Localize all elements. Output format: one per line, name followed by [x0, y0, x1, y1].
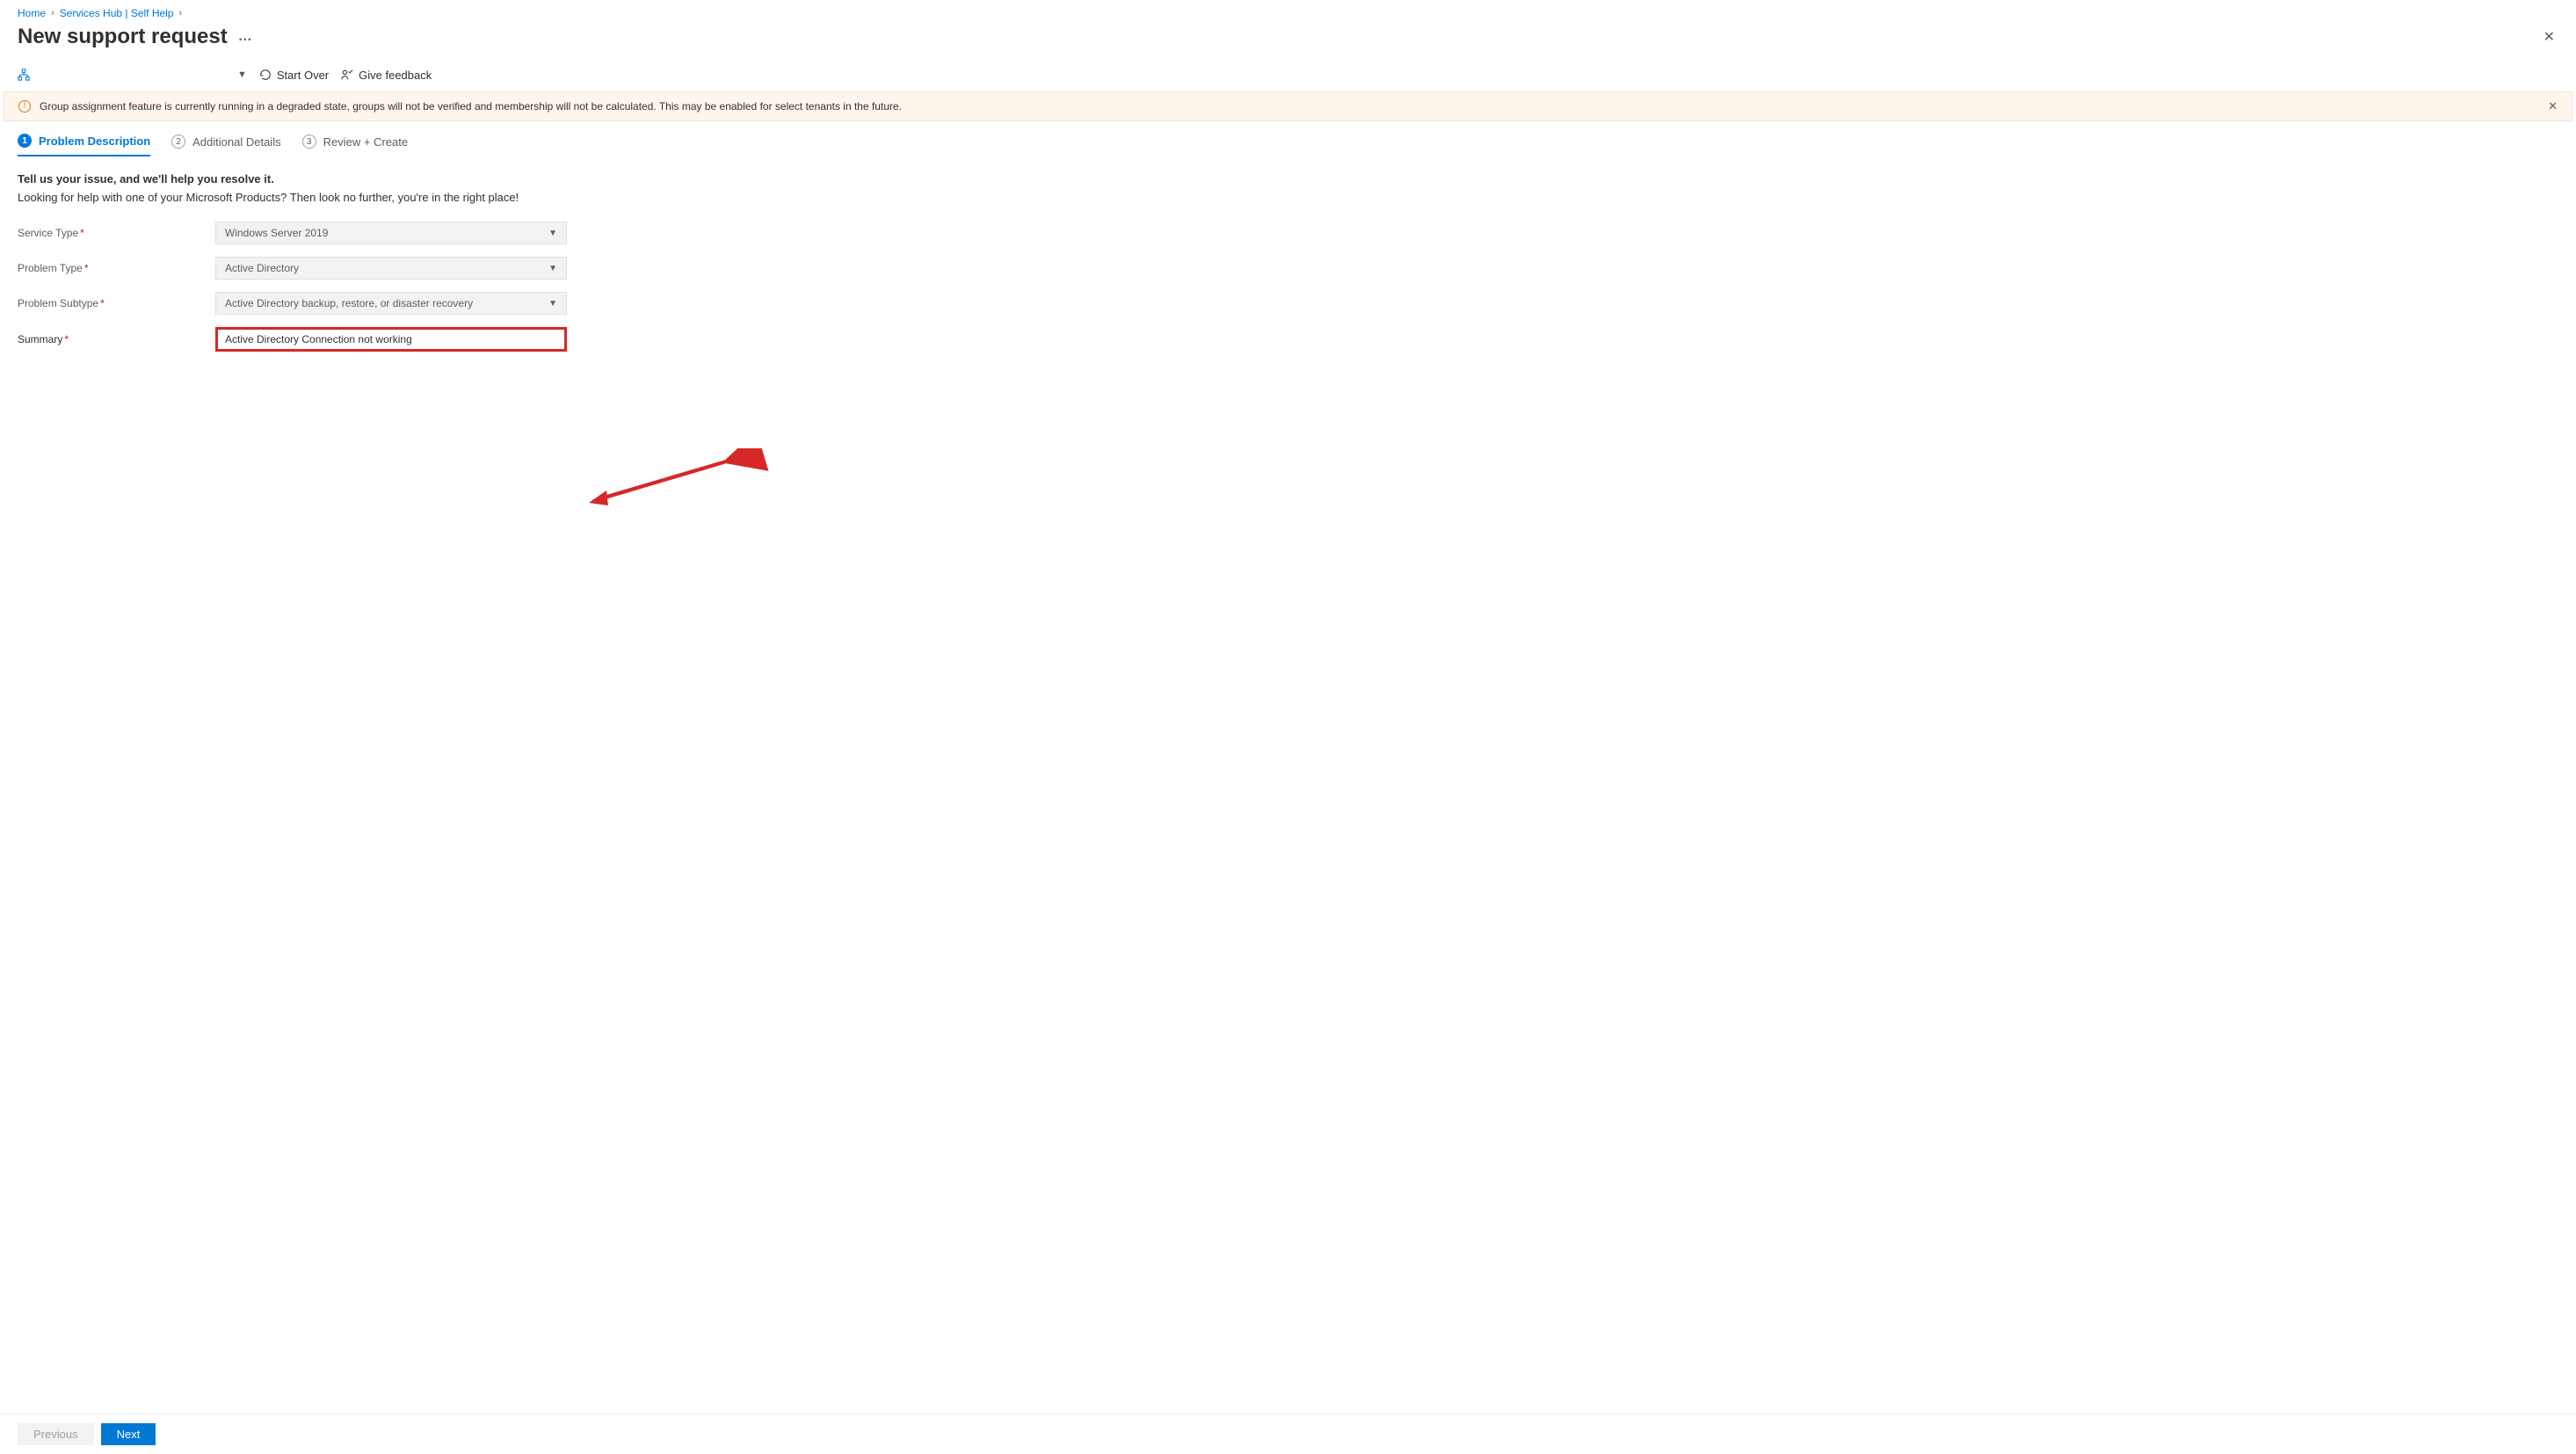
- more-icon[interactable]: …: [238, 29, 252, 45]
- dismiss-banner-icon[interactable]: ✕: [2548, 99, 2558, 113]
- field-summary: Summary*: [18, 327, 2558, 352]
- breadcrumb-home[interactable]: Home: [18, 7, 46, 19]
- problem-type-select[interactable]: Active Directory ▼: [215, 257, 567, 280]
- footer-bar: Previous Next: [0, 1414, 2576, 1454]
- give-feedback-button[interactable]: Give feedback: [341, 69, 432, 82]
- title-text: New support request: [18, 25, 228, 49]
- summary-label: Summary*: [18, 333, 215, 345]
- problem-subtype-value: Active Directory backup, restore, or dis…: [225, 297, 473, 309]
- service-type-select[interactable]: Windows Server 2019 ▼: [215, 222, 567, 244]
- section-subheading: Looking for help with one of your Micros…: [18, 191, 2558, 204]
- service-type-label: Service Type*: [18, 227, 215, 239]
- warning-icon: !: [18, 100, 31, 113]
- annotation-arrow-icon: [580, 448, 773, 527]
- chevron-down-icon: ▼: [548, 229, 557, 238]
- previous-button[interactable]: Previous: [18, 1423, 94, 1445]
- close-icon[interactable]: ✕: [2540, 25, 2558, 49]
- banner-text: Group assignment feature is currently ru…: [40, 100, 902, 113]
- refresh-icon: [259, 69, 272, 81]
- section-heading: Tell us your issue, and we'll help you r…: [18, 172, 2558, 185]
- tab-review-create[interactable]: 3 Review + Create: [302, 134, 408, 156]
- field-problem-subtype: Problem Subtype* Active Directory backup…: [18, 292, 2558, 315]
- problem-type-label: Problem Type*: [18, 262, 215, 274]
- tab-problem-description[interactable]: 1 Problem Description: [18, 134, 150, 156]
- scope-value: [37, 67, 230, 83]
- problem-subtype-label: Problem Subtype*: [18, 297, 215, 309]
- tab-label: Review + Create: [323, 135, 408, 149]
- step-number: 3: [302, 134, 316, 149]
- chevron-down-icon: ▼: [548, 299, 557, 309]
- next-button[interactable]: Next: [101, 1423, 156, 1445]
- tab-label: Additional Details: [192, 135, 280, 149]
- scope-selector[interactable]: ▼: [18, 67, 247, 83]
- field-problem-type: Problem Type* Active Directory ▼: [18, 257, 2558, 280]
- breadcrumb: Home › Services Hub | Self Help ›: [0, 0, 2576, 23]
- hierarchy-icon: [18, 69, 30, 81]
- field-service-type: Service Type* Windows Server 2019 ▼: [18, 222, 2558, 244]
- step-tabs: 1 Problem Description 2 Additional Detai…: [0, 121, 2576, 156]
- service-type-value: Windows Server 2019: [225, 227, 328, 239]
- page-title: New support request …: [18, 25, 252, 49]
- tab-label: Problem Description: [39, 134, 150, 148]
- feedback-icon: [341, 69, 353, 81]
- problem-subtype-select[interactable]: Active Directory backup, restore, or dis…: [215, 292, 567, 315]
- feedback-label: Give feedback: [359, 69, 432, 82]
- start-over-button[interactable]: Start Over: [259, 69, 329, 82]
- chevron-right-icon: ›: [51, 8, 54, 18]
- chevron-right-icon: ›: [179, 8, 183, 18]
- breadcrumb-hub[interactable]: Services Hub | Self Help: [60, 7, 174, 19]
- problem-type-value: Active Directory: [225, 262, 299, 274]
- start-over-label: Start Over: [277, 69, 329, 82]
- step-number: 2: [171, 134, 185, 149]
- step-number: 1: [18, 134, 32, 148]
- tab-additional-details[interactable]: 2 Additional Details: [171, 134, 280, 156]
- warning-banner: ! Group assignment feature is currently …: [4, 91, 2572, 121]
- chevron-down-icon: ▼: [548, 264, 557, 273]
- summary-input[interactable]: [215, 327, 567, 352]
- chevron-down-icon: ▼: [237, 69, 247, 80]
